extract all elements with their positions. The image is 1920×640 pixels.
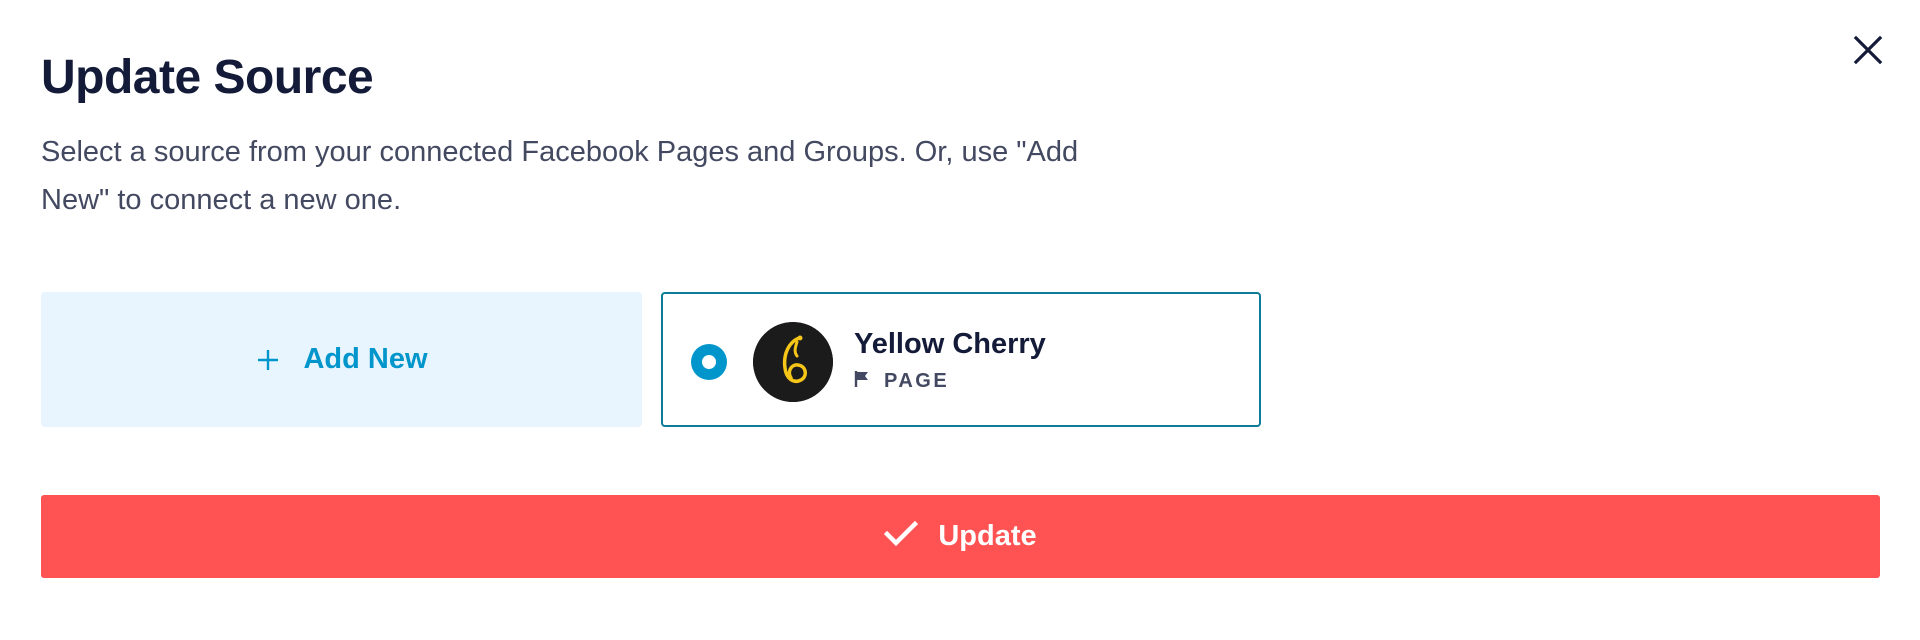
update-source-modal: Update Source Select a source from your …	[0, 0, 1920, 640]
add-new-source-button[interactable]: Add New	[41, 292, 642, 427]
add-new-label: Add New	[303, 343, 428, 375]
modal-title: Update Source	[41, 51, 374, 104]
modal-description: Select a source from your connected Face…	[41, 136, 1079, 216]
source-name: Yellow Cherry	[854, 328, 1046, 360]
source-type: PAGE	[854, 370, 949, 393]
close-button[interactable]	[1848, 32, 1888, 72]
update-button[interactable]: Update	[41, 495, 1880, 578]
flag-icon	[854, 370, 870, 393]
checkmark-icon	[884, 520, 919, 552]
source-type-label: PAGE	[884, 370, 950, 392]
source-card-yellow-cherry[interactable]: Yellow Cherry PAGE	[661, 292, 1261, 427]
update-button-label: Update	[938, 520, 1037, 552]
plus-icon	[255, 347, 281, 373]
close-icon	[1853, 35, 1883, 70]
source-radio-selected[interactable]	[691, 344, 727, 380]
avatar	[753, 322, 833, 402]
